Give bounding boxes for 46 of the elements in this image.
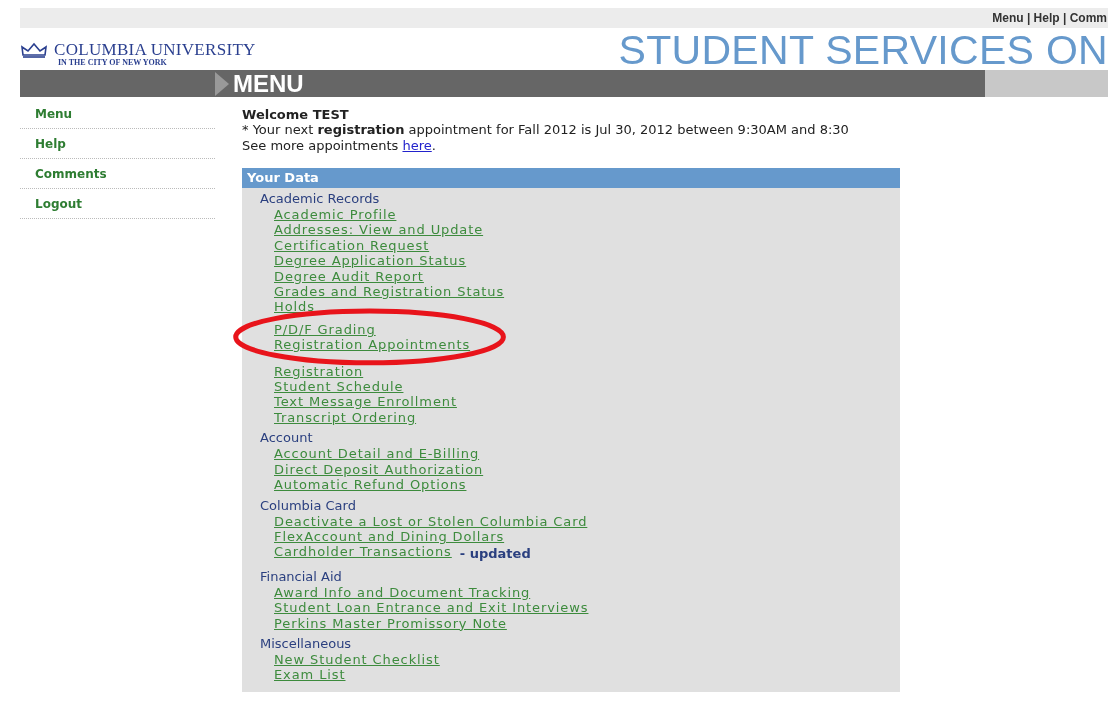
data-link[interactable]: Degree Audit Report — [274, 268, 424, 285]
data-link[interactable]: Deactivate a Lost or Stolen Columbia Card — [274, 513, 588, 529]
data-link[interactable]: Grades and Registration Status — [274, 284, 505, 300]
top-links[interactable]: Menu | Help | Comm — [992, 11, 1108, 25]
triangle-icon — [215, 71, 229, 96]
data-link[interactable]: New Student Checklist — [274, 652, 440, 668]
data-link[interactable]: Account Detail and E-Billing — [274, 446, 480, 462]
data-link[interactable]: Award Info and Document Tracking — [274, 584, 531, 601]
university-name: COLUMBIA UNIVERSITY — [54, 41, 256, 58]
data-link[interactable]: Exam List — [274, 667, 346, 683]
data-link[interactable]: Academic Profile — [274, 207, 397, 223]
panel-title: Your Data — [242, 168, 900, 188]
data-link[interactable]: Automatic Refund Options — [274, 477, 467, 493]
sidebar-link[interactable]: Help — [20, 133, 215, 159]
section-heading: Miscellaneous — [260, 636, 353, 653]
data-link[interactable]: Direct Deposit Authorization — [274, 461, 484, 478]
page-banner-title: STUDENT SERVICES ON — [618, 30, 1108, 70]
data-link[interactable]: Text Message Enrollment — [274, 394, 457, 410]
section-heading: Academic Records — [260, 191, 381, 207]
data-link[interactable]: Transcript Ordering — [274, 409, 417, 426]
updated-note: - updated — [459, 545, 531, 564]
data-link[interactable]: Registration Appointments — [274, 337, 471, 353]
data-link[interactable]: P/D/F Grading — [274, 321, 376, 338]
data-link[interactable]: Certification Request — [274, 237, 430, 254]
data-link[interactable]: Student Loan Entrance and Exit Interviews — [274, 600, 589, 616]
more-appointments-text: See more appointments here. — [242, 138, 437, 154]
data-link[interactable]: Registration — [274, 363, 364, 380]
university-tagline: IN THE CITY OF NEW YORK — [58, 58, 168, 67]
section-heading: Financial Aid — [260, 568, 343, 585]
data-link[interactable]: FlexAccount and Dining Dollars — [274, 528, 505, 545]
data-link[interactable]: Student Schedule — [274, 379, 404, 395]
menu-bar-title: MENU — [233, 68, 304, 99]
data-link[interactable]: Holds — [274, 299, 315, 315]
sidebar-link[interactable]: Logout — [20, 193, 215, 219]
data-link[interactable]: Cardholder Transactions — [274, 544, 452, 564]
here-link[interactable]: here — [402, 138, 432, 153]
crown-icon — [20, 41, 48, 58]
section-heading: Account — [260, 430, 314, 447]
appointment-notice: * Your next registration appointment for Fall 2012 is Jul 30, 2012 between 9:30AM and 8:30 — [242, 122, 850, 138]
data-link[interactable]: Addresses: View and Update — [274, 222, 484, 238]
section-heading: Columbia Card — [260, 497, 357, 514]
sidebar-link[interactable]: Menu — [20, 103, 215, 129]
data-link[interactable]: Degree Application Status — [274, 253, 467, 269]
sidebar-link[interactable]: Comments — [20, 163, 215, 189]
welcome-heading: Welcome TEST — [242, 107, 350, 122]
data-link[interactable]: Perkins Master Promissory Note — [274, 615, 507, 632]
